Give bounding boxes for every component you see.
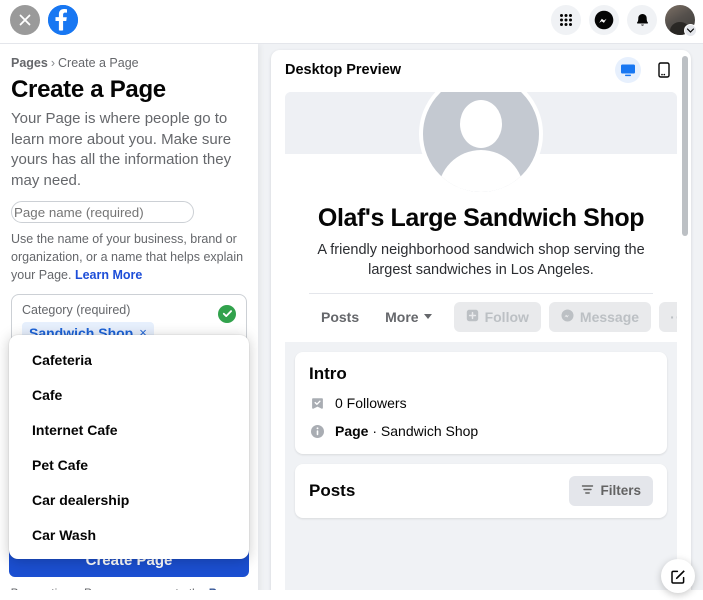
- suggestion-item-car-wash[interactable]: Car Wash: [9, 517, 249, 552]
- bottom-strip: [0, 590, 703, 600]
- more-options-button: ···: [659, 301, 677, 332]
- desktop-preview-card: Desktop Preview Olaf's Large Sandwich Sh…: [271, 50, 691, 600]
- create-page-form-panel: Pages › Create a Page Create a Page Your P…: [0, 44, 258, 600]
- page-tabs-row: Posts More Follow Message ·: [303, 294, 677, 342]
- followers-count-label: 0 Followers: [335, 395, 407, 412]
- suggestion-item-car-dealership[interactable]: Car dealership: [9, 482, 249, 517]
- message-button-label: Message: [579, 308, 640, 325]
- follow-plus-icon: [466, 309, 479, 325]
- page-bio-preview: A friendly neighborhood sandwich shop se…: [317, 242, 645, 278]
- avatar[interactable]: [665, 5, 697, 37]
- breadcrumb: Pages › Create a Page: [11, 56, 247, 70]
- breadcrumb-separator: ›: [50, 56, 56, 70]
- preview-area: Desktop Preview Olaf's Large Sandwich Sh…: [258, 44, 703, 600]
- preview-scrollbar[interactable]: [682, 56, 688, 236]
- category-suggestions-dropdown[interactable]: Cafeteria Cafe Internet Cafe Pet Cafe Ca…: [9, 335, 249, 559]
- device-toggle-group: [615, 57, 677, 83]
- message-button: Message: [548, 301, 652, 332]
- intro-card: Intro 0 Followers Page · Sandwich Shop: [295, 351, 667, 454]
- filters-button[interactable]: Filters: [569, 475, 653, 506]
- suggestion-item-internet-cafe[interactable]: Internet Cafe: [9, 412, 249, 447]
- more-dots-icon: ···: [670, 308, 677, 325]
- bell-icon[interactable]: [627, 5, 657, 35]
- page-name-input[interactable]: [11, 201, 194, 224]
- page-name-hint: Use the name of your business, brand or …: [11, 230, 247, 284]
- suggestion-item-cafeteria[interactable]: Cafeteria: [9, 342, 249, 377]
- page-category-label: · Sandwich Shop: [368, 423, 479, 440]
- preview-header: Desktop Preview: [271, 50, 691, 90]
- desktop-preview-icon[interactable]: [615, 57, 641, 83]
- facebook-logo-icon[interactable]: [48, 5, 78, 35]
- compose-edit-icon[interactable]: [661, 559, 695, 593]
- grid-menu-icon[interactable]: [551, 5, 581, 35]
- topbar-right-group: [551, 5, 697, 37]
- suggestion-item-cafe[interactable]: Cafe: [9, 377, 249, 412]
- follow-button: Follow: [453, 301, 541, 332]
- profile-header: Olaf's Large Sandwich Shop A friendly ne…: [285, 92, 677, 342]
- avatar-head-shape: [460, 100, 502, 148]
- breadcrumb-root[interactable]: Pages: [11, 56, 48, 70]
- tab-posts-label: Posts: [321, 308, 360, 325]
- create-page-screen: Pages › Create a Page Create a Page Your P…: [0, 0, 703, 600]
- page-type-label: Page: [335, 423, 369, 440]
- info-circle-icon: [309, 423, 326, 440]
- intro-title: Intro: [309, 363, 347, 383]
- page-preview-viewport: Olaf's Large Sandwich Shop A friendly ne…: [285, 92, 677, 600]
- page-description: Your Page is where people go to learn mo…: [11, 110, 232, 189]
- learn-more-link[interactable]: Learn More: [75, 268, 142, 282]
- preview-title: Desktop Preview: [285, 62, 402, 78]
- suggestion-item-pet-cafe[interactable]: Pet Cafe: [9, 447, 249, 482]
- category-label: Category (required): [22, 302, 131, 317]
- page-title: Create a Page: [11, 76, 166, 103]
- chevron-down-icon[interactable]: [684, 24, 697, 37]
- tab-more-label: More: [385, 308, 419, 325]
- close-icon[interactable]: [10, 5, 40, 35]
- followers-flag-icon: [309, 395, 326, 412]
- filters-button-label: Filters: [600, 483, 641, 499]
- avatar-body-shape: [438, 150, 524, 192]
- top-navigation-bar: [0, 0, 703, 44]
- chevron-down-icon: [423, 314, 432, 320]
- posts-card: Posts Filters: [295, 463, 667, 518]
- topbar-left-group: [10, 5, 78, 35]
- messenger-icon[interactable]: [589, 5, 619, 35]
- messenger-icon: [561, 309, 574, 325]
- intro-row-followers: 0 Followers: [309, 395, 653, 412]
- follow-button-label: Follow: [484, 308, 529, 325]
- green-check-icon: [218, 304, 236, 323]
- intro-row-category: Page · Sandwich Shop: [309, 423, 653, 440]
- posts-title: Posts: [309, 480, 356, 500]
- mobile-preview-icon[interactable]: [651, 57, 677, 83]
- tab-more[interactable]: More: [373, 303, 443, 331]
- filter-icon: [581, 483, 594, 499]
- tab-posts[interactable]: Posts: [309, 303, 371, 331]
- breadcrumb-current: Create a Page: [58, 56, 139, 70]
